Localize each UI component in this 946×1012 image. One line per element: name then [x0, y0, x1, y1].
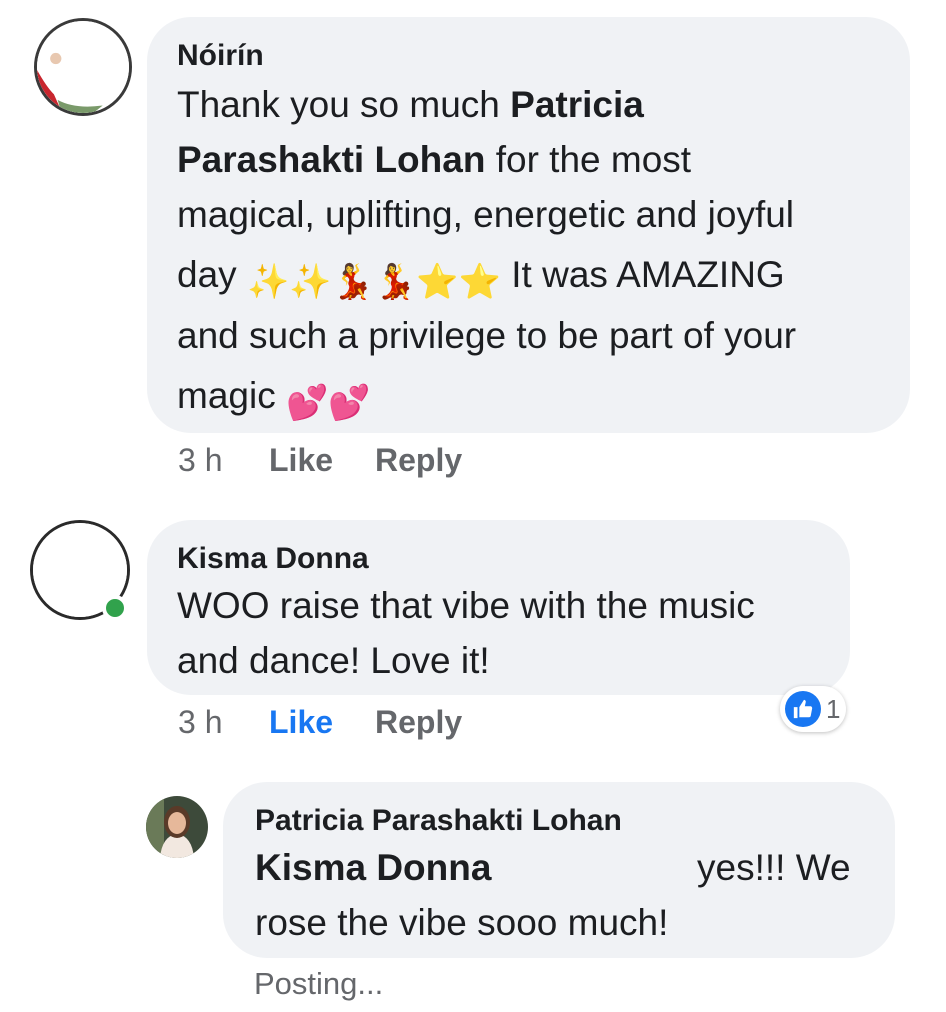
- text-segment: It was AMAZING: [511, 254, 785, 295]
- comment-author[interactable]: Nóirín: [177, 39, 264, 73]
- mention-link[interactable]: Patricia: [510, 84, 644, 125]
- text-line: rose the vibe sooo much!: [255, 902, 669, 943]
- thumbs-up-icon: [785, 691, 821, 727]
- posting-status: Posting...: [254, 966, 384, 1001]
- star-icon: ⭐: [416, 262, 459, 302]
- comment-text: Thank you so much Patricia Parashakti Lo…: [177, 77, 897, 429]
- timestamp[interactable]: 3 h: [178, 704, 222, 741]
- two-hearts-icon: 💕: [328, 383, 371, 423]
- reply-text: Kisma Donna yes!!! We rose the vibe sooo…: [255, 840, 865, 950]
- comment-author[interactable]: Kisma Donna: [177, 542, 369, 576]
- comment-bubble: Nóirín Thank you so much Patricia Parash…: [147, 17, 910, 433]
- mention-link[interactable]: Kisma Donna: [255, 847, 491, 888]
- text-segment: magic: [177, 375, 276, 416]
- text-segment: yes!!! We: [697, 847, 851, 888]
- text-line: WOO raise that vibe with the music: [177, 585, 755, 626]
- mention-link[interactable]: Parashakti Lohan: [177, 139, 485, 180]
- like-button[interactable]: Like: [269, 442, 333, 479]
- text-segment: Thank you so much: [177, 84, 511, 125]
- reply-author[interactable]: Patricia Parashakti Lohan: [255, 804, 622, 838]
- reply-button[interactable]: Reply: [375, 704, 462, 741]
- dancer-icon: 💃: [331, 262, 374, 302]
- text-segment: day: [177, 254, 237, 295]
- text-segment: for the most: [485, 139, 692, 180]
- sparkles-icon: ✨: [246, 262, 290, 302]
- comment-text: WOO raise that vibe with the music and d…: [177, 578, 837, 688]
- comment-bubble: Kisma Donna WOO raise that vibe with the…: [147, 520, 850, 695]
- two-hearts-icon: 💕: [285, 383, 329, 423]
- dancer-icon: 💃: [373, 262, 417, 302]
- avatar-noirin[interactable]: [34, 18, 132, 116]
- sparkles-icon: ✨: [289, 262, 332, 302]
- reaction-count: 1: [826, 693, 841, 724]
- like-button[interactable]: Like: [269, 704, 333, 741]
- reply-bubble: Patricia Parashakti Lohan Kisma Donna ye…: [223, 782, 895, 958]
- text-line: and such a privilege to be part of your: [177, 315, 797, 356]
- reply-button[interactable]: Reply: [375, 442, 462, 479]
- online-status-dot: [102, 595, 128, 621]
- reaction-summary[interactable]: 1: [780, 686, 847, 732]
- text-line: magical, uplifting, energetic and joyful: [177, 194, 795, 235]
- star-icon: ⭐: [458, 262, 501, 302]
- text-line: and dance! Love it!: [177, 640, 490, 681]
- timestamp[interactable]: 3 h: [178, 442, 222, 479]
- avatar-patricia[interactable]: [146, 796, 208, 858]
